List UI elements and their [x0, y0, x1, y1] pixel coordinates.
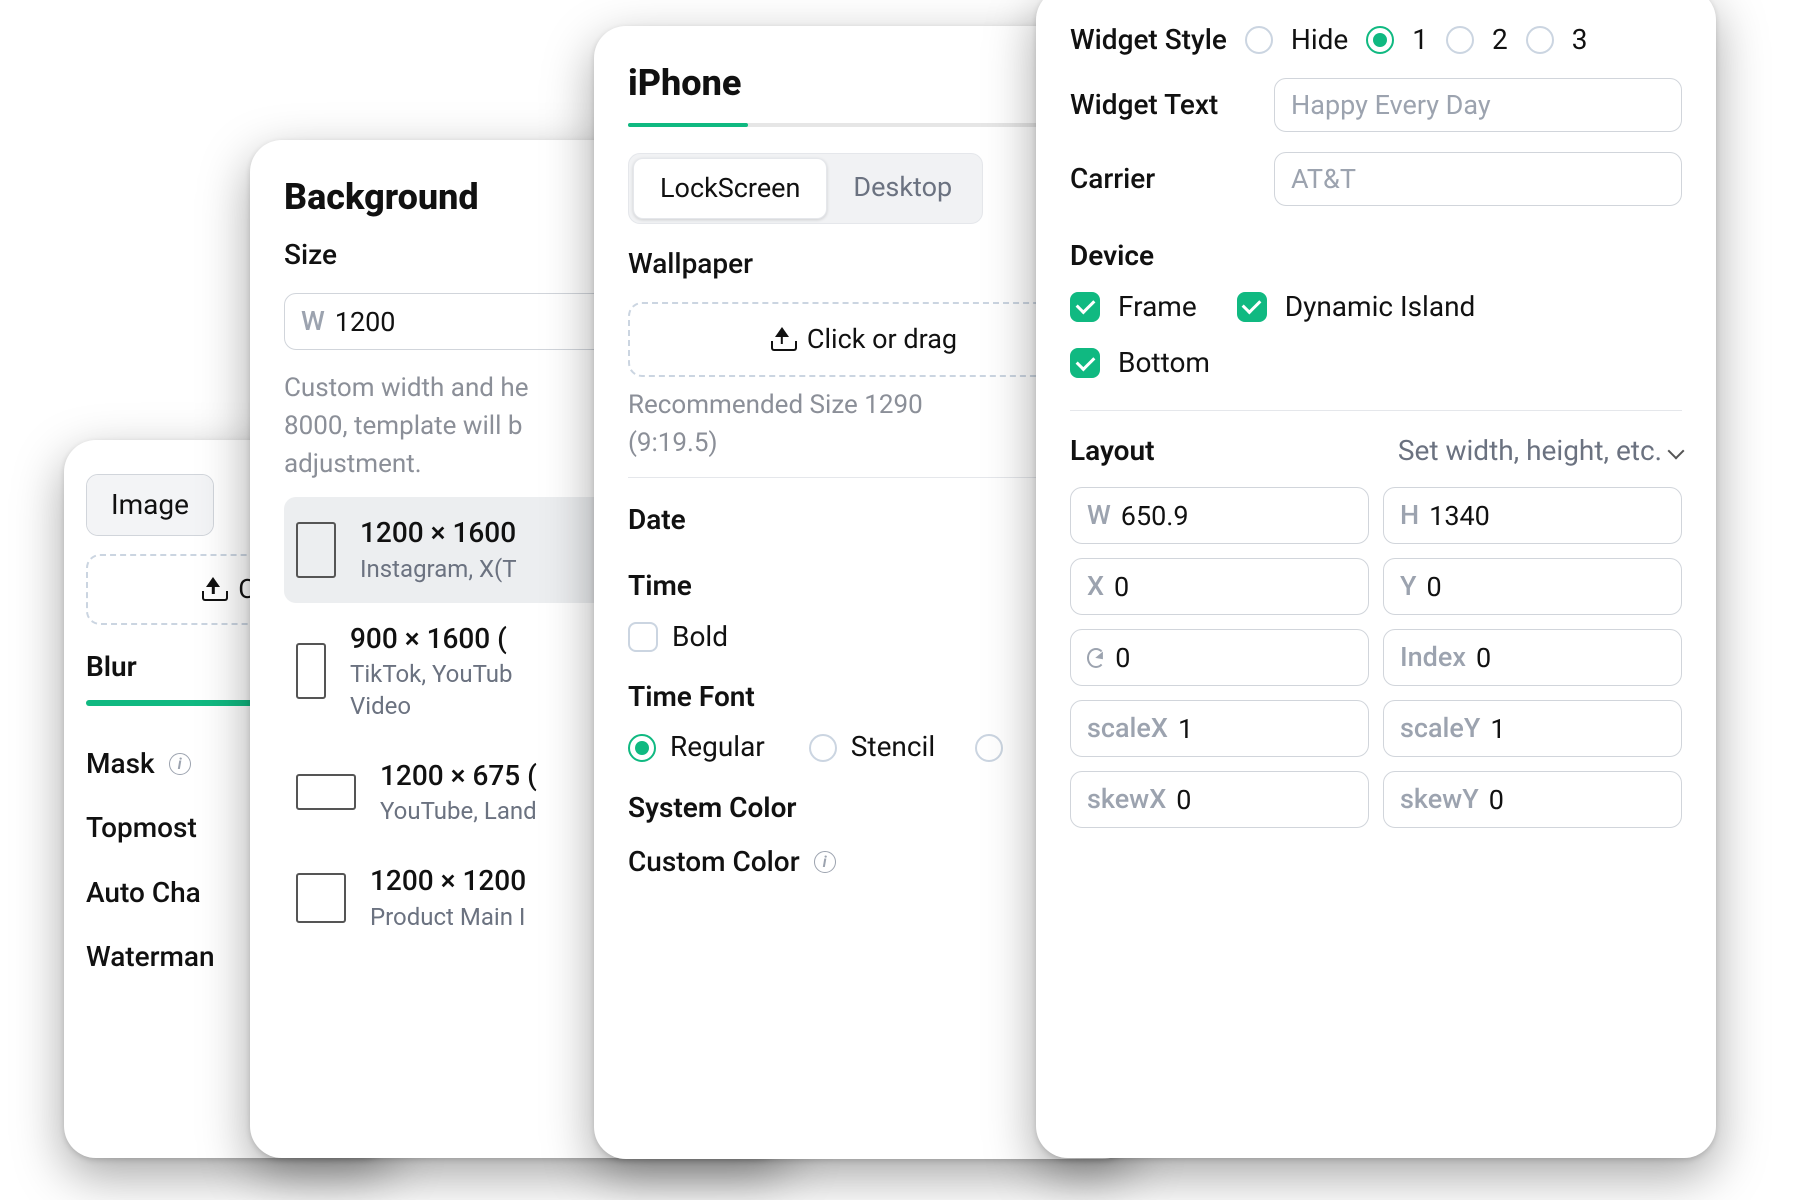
timefont-section: Time Font [628, 679, 1100, 715]
watermark-label: Waterman [86, 939, 215, 975]
bold-label: Bold [672, 619, 728, 655]
size-label: Size [284, 237, 337, 273]
layout-scaley-field[interactable] [1490, 713, 1665, 745]
rotate-icon [1087, 648, 1105, 668]
upload-icon [771, 329, 793, 351]
dynamic-island-checkbox[interactable] [1237, 292, 1267, 322]
widget-text-label: Widget Text [1070, 87, 1260, 123]
layout-scalex-input[interactable]: scaleX [1070, 700, 1369, 757]
recommended-size-text: Recommended Size 1290 (9:19.5) [628, 387, 1100, 462]
wallpaper-upload[interactable]: Click or drag [628, 302, 1100, 377]
width-input[interactable]: W [284, 293, 622, 350]
wallpaper-label: Wallpaper [628, 246, 753, 282]
layout-skewx-input[interactable]: skewX [1070, 771, 1369, 828]
width-field[interactable] [335, 306, 605, 338]
chevron-down-icon [1668, 442, 1685, 459]
layout-w-field[interactable] [1121, 500, 1352, 532]
font-third-radio[interactable] [975, 734, 1003, 762]
layout-grid: W H X Y Index scaleX scaleY [1070, 487, 1682, 828]
time-section: Time [628, 568, 1100, 604]
layout-h-input[interactable]: H [1383, 487, 1682, 544]
widget-2-radio[interactable] [1446, 26, 1474, 54]
bold-checkbox[interactable] [628, 622, 658, 652]
frame-label: Frame [1118, 289, 1197, 325]
topmost-label: Topmost [86, 810, 197, 846]
tab-lockscreen[interactable]: LockScreen [633, 158, 827, 219]
upload-label: Click or drag [807, 322, 957, 357]
image-tab-group: Image [86, 474, 214, 536]
widget-text-field[interactable] [1291, 89, 1665, 121]
layout-h-field[interactable] [1429, 500, 1665, 532]
widget-hide-radio[interactable] [1245, 26, 1273, 54]
bottom-label: Bottom [1118, 345, 1210, 381]
custom-color-label: Custom Color [628, 844, 800, 880]
layout-x-input[interactable]: X [1070, 558, 1369, 615]
widget-1-radio[interactable] [1366, 26, 1394, 54]
iphone-tab-underline [628, 123, 1100, 127]
widget-3-label: 3 [1572, 22, 1588, 58]
carrier-input[interactable] [1274, 152, 1682, 206]
layout-index-field[interactable] [1476, 642, 1665, 674]
iphone-title: iPhone [628, 60, 1100, 107]
layout-skewy-field[interactable] [1489, 784, 1665, 816]
layout-more-link[interactable]: Set width, height, etc. [1398, 433, 1682, 469]
layout-skewx-field[interactable] [1176, 784, 1352, 816]
widget-2-label: 2 [1492, 22, 1508, 58]
layout-y-field[interactable] [1427, 571, 1666, 603]
tab-image[interactable]: Image [87, 475, 213, 535]
layout-w-input[interactable]: W [1070, 487, 1369, 544]
auto-change-label: Auto Cha [86, 875, 201, 911]
carrier-field[interactable] [1291, 163, 1665, 195]
carrier-label: Carrier [1070, 161, 1260, 197]
layout-index-input[interactable]: Index [1383, 629, 1682, 686]
font-stencil-radio[interactable] [809, 734, 837, 762]
widget-style-label: Widget Style [1070, 22, 1227, 58]
info-icon[interactable]: i [814, 851, 836, 873]
widget-hide-label: Hide [1291, 22, 1348, 58]
date-section: Date [628, 502, 1100, 538]
info-icon[interactable]: i [169, 753, 191, 775]
mask-label: Mask [86, 746, 155, 782]
layout-rotation-input[interactable] [1070, 629, 1369, 686]
layout-skewy-input[interactable]: skewY [1383, 771, 1682, 828]
layout-rotation-field[interactable] [1115, 642, 1352, 674]
upload-icon [202, 579, 224, 601]
width-prefix: W [301, 304, 325, 339]
layout-scaley-input[interactable]: scaleY [1383, 700, 1682, 757]
widget-3-radio[interactable] [1526, 26, 1554, 54]
device-section: Device [1070, 238, 1682, 274]
panel-widget-layout: Widget Style Hide 1 2 3 Widget Text Carr… [1036, 0, 1716, 1158]
font-regular-label: Regular [670, 729, 765, 765]
system-color-section: System Color [628, 790, 1100, 826]
layout-scalex-field[interactable] [1178, 713, 1352, 745]
dynamic-island-label: Dynamic Island [1285, 289, 1476, 325]
layout-y-input[interactable]: Y [1383, 558, 1682, 615]
tab-desktop[interactable]: Desktop [827, 158, 978, 219]
layout-x-field[interactable] [1114, 571, 1352, 603]
layout-label: Layout [1070, 433, 1155, 469]
bottom-checkbox[interactable] [1070, 348, 1100, 378]
widget-text-input[interactable] [1274, 78, 1682, 132]
widget-1-label: 1 [1412, 22, 1428, 58]
font-regular-radio[interactable] [628, 734, 656, 762]
frame-checkbox[interactable] [1070, 292, 1100, 322]
font-stencil-label: Stencil [851, 729, 935, 765]
screen-tabs: LockScreen Desktop [628, 153, 983, 224]
